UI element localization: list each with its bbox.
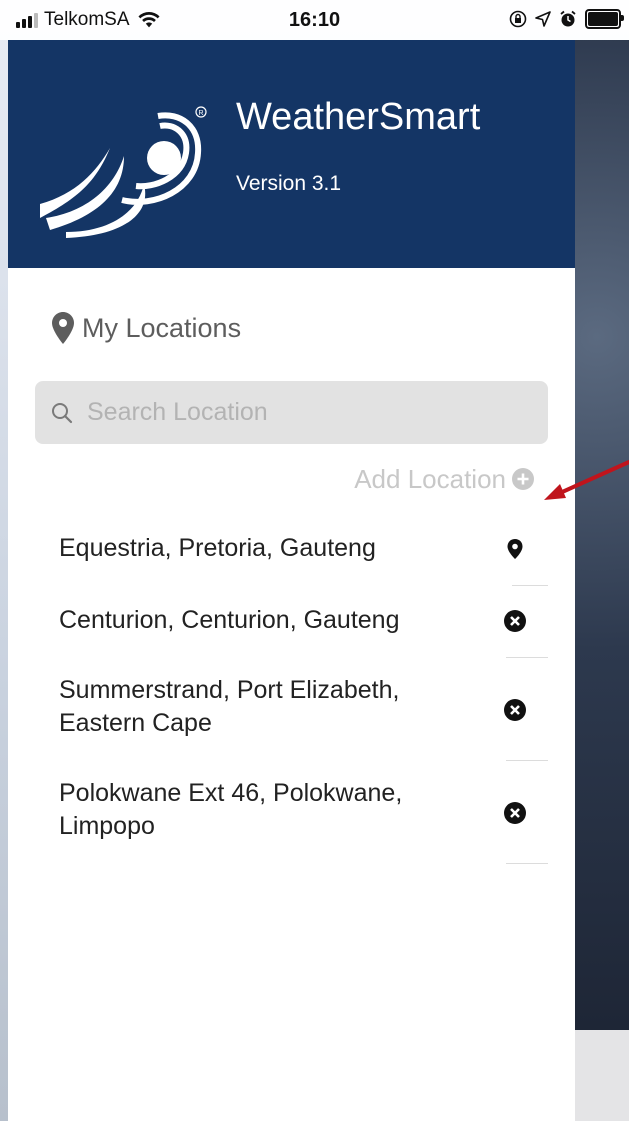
location-name: Polokwane Ext 46, Polokwane, Limpopo [59, 777, 479, 843]
app-background [575, 40, 629, 1030]
alarm-icon [560, 10, 576, 27]
location-line-2: Limpopo [59, 812, 155, 840]
location-name: Equestria, Pretoria, Gauteng [59, 532, 479, 565]
location-item[interactable]: Equestria, Pretoria, Gauteng [8, 502, 575, 586]
row-divider [506, 863, 548, 864]
search-bar[interactable] [35, 381, 548, 444]
remove-circle-icon[interactable] [504, 699, 526, 721]
annotation-arrow [544, 460, 629, 500]
location-line-1: Summerstrand, Port Elizabeth, [59, 676, 400, 704]
location-name: Centurion, Centurion, Gauteng [59, 604, 479, 637]
app-title: WeatherSmart [236, 96, 481, 138]
navigation-drawer: R WeatherSmart Version 3.1 My Locations … [8, 40, 575, 1121]
app-version: Version 3.1 [236, 172, 342, 195]
search-location-input[interactable] [85, 397, 529, 428]
drawer-header: R WeatherSmart Version 3.1 [8, 40, 575, 268]
location-pin-icon [52, 312, 74, 344]
search-icon [52, 402, 73, 423]
location-item[interactable]: Centurion, Centurion, Gauteng [8, 586, 575, 658]
status-right [509, 9, 624, 29]
svg-text:R: R [199, 110, 204, 117]
location-arrow-icon [535, 11, 551, 27]
rotation-lock-icon [509, 10, 527, 28]
remove-circle-icon[interactable] [504, 610, 526, 632]
location-line-2: Eastern Cape [59, 709, 212, 737]
status-bar: TelkomSA 16:10 [0, 0, 629, 40]
my-locations-label: My Locations [82, 312, 242, 343]
location-line-1: Polokwane Ext 46, Polokwane, [59, 779, 403, 807]
add-location-button[interactable]: Add Location [328, 462, 534, 496]
location-item[interactable]: Summerstrand, Port Elizabeth, Eastern Ca… [8, 658, 575, 761]
add-circle-icon [512, 468, 534, 490]
remove-circle-icon[interactable] [504, 802, 526, 824]
weathersmart-logo-icon: R [40, 106, 207, 238]
location-name: Summerstrand, Port Elizabeth, Eastern Ca… [59, 674, 479, 740]
battery-icon [585, 9, 624, 29]
app-tab-bar-edge [575, 1030, 629, 1121]
my-locations-heading: My Locations [52, 312, 241, 344]
location-item[interactable]: Polokwane Ext 46, Polokwane, Limpopo [8, 761, 575, 864]
location-line-1: Centurion, Centurion, Gauteng [59, 606, 400, 634]
location-pin-icon[interactable] [504, 538, 526, 560]
add-location-label: Add Location [354, 463, 506, 494]
location-line-1: Equestria, Pretoria, Gauteng [59, 534, 376, 562]
